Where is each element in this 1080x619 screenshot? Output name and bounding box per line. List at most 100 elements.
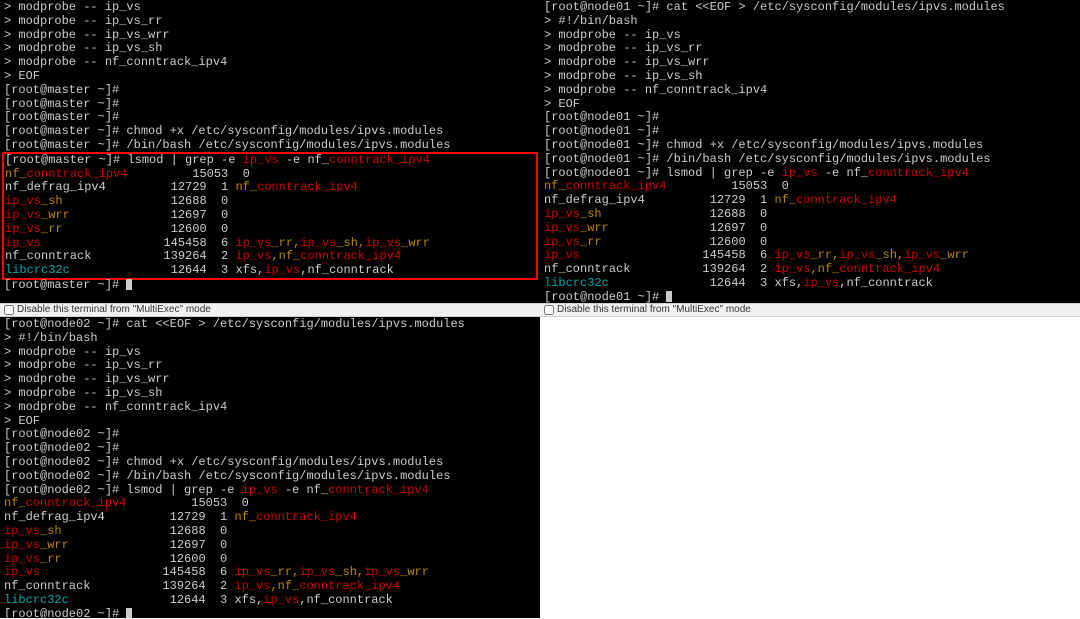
terminal-text: ip_vs [904, 248, 940, 262]
terminal-pane-empty: Disable this terminal from "MultiExec" m… [540, 303, 1080, 618]
terminal-text: > #!/bin/bash [4, 331, 98, 345]
terminal-text: ip_vs [4, 565, 40, 579]
terminal-line: ip_vs_rr 12600 0 [5, 223, 535, 237]
multiexec-checkbox-empty[interactable] [544, 305, 554, 315]
terminal-text: 12688 0 [62, 524, 228, 538]
terminal-text: ip_vs [4, 552, 40, 566]
terminal-text: nf_ [234, 510, 256, 524]
terminal-line: nf_defrag_ipv4 12729 1 nf_conntrack_ipv4 [4, 511, 536, 525]
terminal-text: 12697 0 [70, 208, 228, 222]
terminal-text: ip_vs [5, 236, 41, 250]
terminal-text: [root@node02 ~]# [4, 607, 126, 618]
terminal-text: [root@master ~]# chmod +x /etc/sysconfig… [4, 124, 443, 138]
multiexec-bar-empty: Disable this terminal from "MultiExec" m… [540, 303, 1080, 317]
terminal-line: nf_conntrack 139264 2 ip_vs,nf_conntrack… [544, 263, 1076, 277]
terminal-line: libcrc32c 12644 3 xfs,ip_vs,nf_conntrack [544, 277, 1076, 291]
terminal-output-master[interactable]: > modprobe -- ip_vs> modprobe -- ip_vs_r… [0, 0, 540, 303]
terminal-line: > modprobe -- ip_vs [4, 1, 536, 15]
terminal-text: , [270, 579, 277, 593]
terminal-line: ip_vs 145458 6 ip_vs_rr,ip_vs_sh,ip_vs_w… [5, 237, 535, 251]
terminal-text: ,nf_conntrack [299, 593, 393, 607]
terminal-line: nf_conntrack 139264 2 ip_vs,nf_conntrack… [4, 580, 536, 594]
terminal-text: conntrack_ipv4 [300, 249, 401, 263]
terminal-text: _wrr [40, 538, 69, 552]
terminal-line: ip_vs_rr 12600 0 [544, 236, 1076, 250]
terminal-line: nf_defrag_ipv4 12729 1 nf_conntrack_ipv4 [544, 194, 1076, 208]
terminal-line: [root@node01 ~]# lsmod | grep -e ip_vs -… [544, 167, 1076, 181]
terminal-text: > modprobe -- ip_vs_sh [4, 41, 162, 55]
terminal-text: ip_vs [300, 236, 336, 250]
terminal-output-node01[interactable]: [root@node01 ~]# cat <<EOF > /etc/syscon… [540, 0, 1080, 303]
terminal-text: ip_vs [544, 221, 580, 235]
terminal-text: > modprobe -- ip_vs_wrr [4, 28, 170, 42]
terminal-text: [root@node01 ~]# chmod +x /etc/sysconfig… [544, 138, 983, 152]
terminal-text: _rr [40, 552, 62, 566]
terminal-line: [root@master ~]# [4, 111, 536, 125]
terminal-line: > modprobe -- nf_conntrack_ipv4 [4, 401, 536, 415]
terminal-text: ip_vs [839, 248, 875, 262]
terminal-line: > modprobe -- nf_conntrack_ipv4 [544, 84, 1076, 98]
terminal-line: [root@node01 ~]# [544, 111, 1076, 125]
terminal-text: [root@node01 ~]# [544, 290, 666, 303]
terminal-text: libcrc32c [4, 593, 69, 607]
terminal-text: ip_vs [234, 565, 270, 579]
terminal-text: [root@node01 ~]# lsmod | grep -e [544, 166, 782, 180]
terminal-text: -e nf_ [818, 166, 868, 180]
terminal-text: ip_vs [544, 207, 580, 221]
terminal-text: 15053 0 [666, 179, 788, 193]
terminal-text: ip_vs [803, 276, 839, 290]
terminal-text: -e nf_ [278, 483, 328, 497]
terminal-text: ip_vs [774, 248, 810, 262]
terminal-text: nf_defrag_ipv4 12729 1 [5, 180, 235, 194]
terminal-text: conntrack_ipv4 [257, 180, 358, 194]
terminal-text: ip_vs [242, 483, 278, 497]
terminal-text: nf_ [544, 179, 566, 193]
terminal-text: _sh [580, 207, 602, 221]
terminal-text: conntrack_ipv4 [868, 166, 969, 180]
terminal-text: > modprobe -- ip_vs_wrr [544, 55, 710, 69]
terminal-text: ip_vs [774, 262, 810, 276]
terminal-text: conntrack_ipv4 [329, 153, 430, 167]
terminal-line: ip_vs 145458 6 ip_vs_rr,ip_vs_sh,ip_vs_w… [4, 566, 536, 580]
terminal-text: ip_vs [4, 524, 40, 538]
terminal-line: > #!/bin/bash [4, 332, 536, 346]
multiexec-label: Disable this terminal from "MultiExec" m… [557, 304, 751, 316]
terminal-output-node02[interactable]: [root@node02 ~]# cat <<EOF > /etc/syscon… [0, 317, 540, 618]
terminal-line: [root@node02 ~]# [4, 442, 536, 456]
terminal-line: > modprobe -- ip_vs_wrr [544, 56, 1076, 70]
terminal-text: _rr, [270, 565, 299, 579]
terminal-text: _rr [580, 235, 602, 249]
terminal-line: [root@node01 ~]# /bin/bash /etc/sysconfi… [544, 153, 1076, 167]
terminal-line: > modprobe -- ip_vs_rr [4, 359, 536, 373]
terminal-text: 12644 3 xfs, [70, 263, 264, 277]
terminal-text: [root@node02 ~]# lsmod | grep -e [4, 483, 242, 497]
terminal-line: > modprobe -- ip_vs_sh [4, 387, 536, 401]
terminal-text: 12697 0 [609, 221, 767, 235]
terminal-text: _sh, [875, 248, 904, 262]
terminal-text: ip_vs [364, 565, 400, 579]
terminal-line: [root@node01 ~]# chmod +x /etc/sysconfig… [544, 139, 1076, 153]
terminal-text: > modprobe -- nf_conntrack_ipv4 [4, 55, 227, 69]
terminal-line: [root@master ~]# lsmod | grep -e ip_vs -… [5, 154, 535, 168]
multiexec-bar-node02: Disable this terminal from "MultiExec" m… [0, 303, 540, 317]
terminal-line: > EOF [544, 98, 1076, 112]
terminal-text: 12600 0 [63, 222, 229, 236]
terminal-text: 12644 3 xfs, [609, 276, 803, 290]
terminal-text: [root@node02 ~]# [4, 427, 119, 441]
multiexec-checkbox-node02[interactable] [4, 305, 14, 315]
terminal-text: [root@master ~]# lsmod | grep -e [5, 153, 243, 167]
terminal-text: ip_vs [234, 579, 270, 593]
terminal-text: [root@master ~]# [4, 97, 119, 111]
terminal-text: 145458 6 [40, 565, 234, 579]
cursor-icon [126, 608, 132, 618]
terminal-text: [root@master ~]# [4, 83, 119, 97]
terminal-text: nf_ [5, 167, 27, 181]
terminal-text: nf_ [4, 496, 26, 510]
terminal-text: conntrack_ipv4 [796, 193, 897, 207]
terminal-text: nf_ [235, 180, 257, 194]
terminal-text: > modprobe -- ip_vs [544, 28, 681, 42]
terminal-text: ip_vs [299, 565, 335, 579]
terminal-line: libcrc32c 12644 3 xfs,ip_vs,nf_conntrack [4, 594, 536, 608]
terminal-text: nf_conntrack 139264 2 [4, 579, 234, 593]
terminal-text: [root@node02 ~]# [4, 441, 119, 455]
